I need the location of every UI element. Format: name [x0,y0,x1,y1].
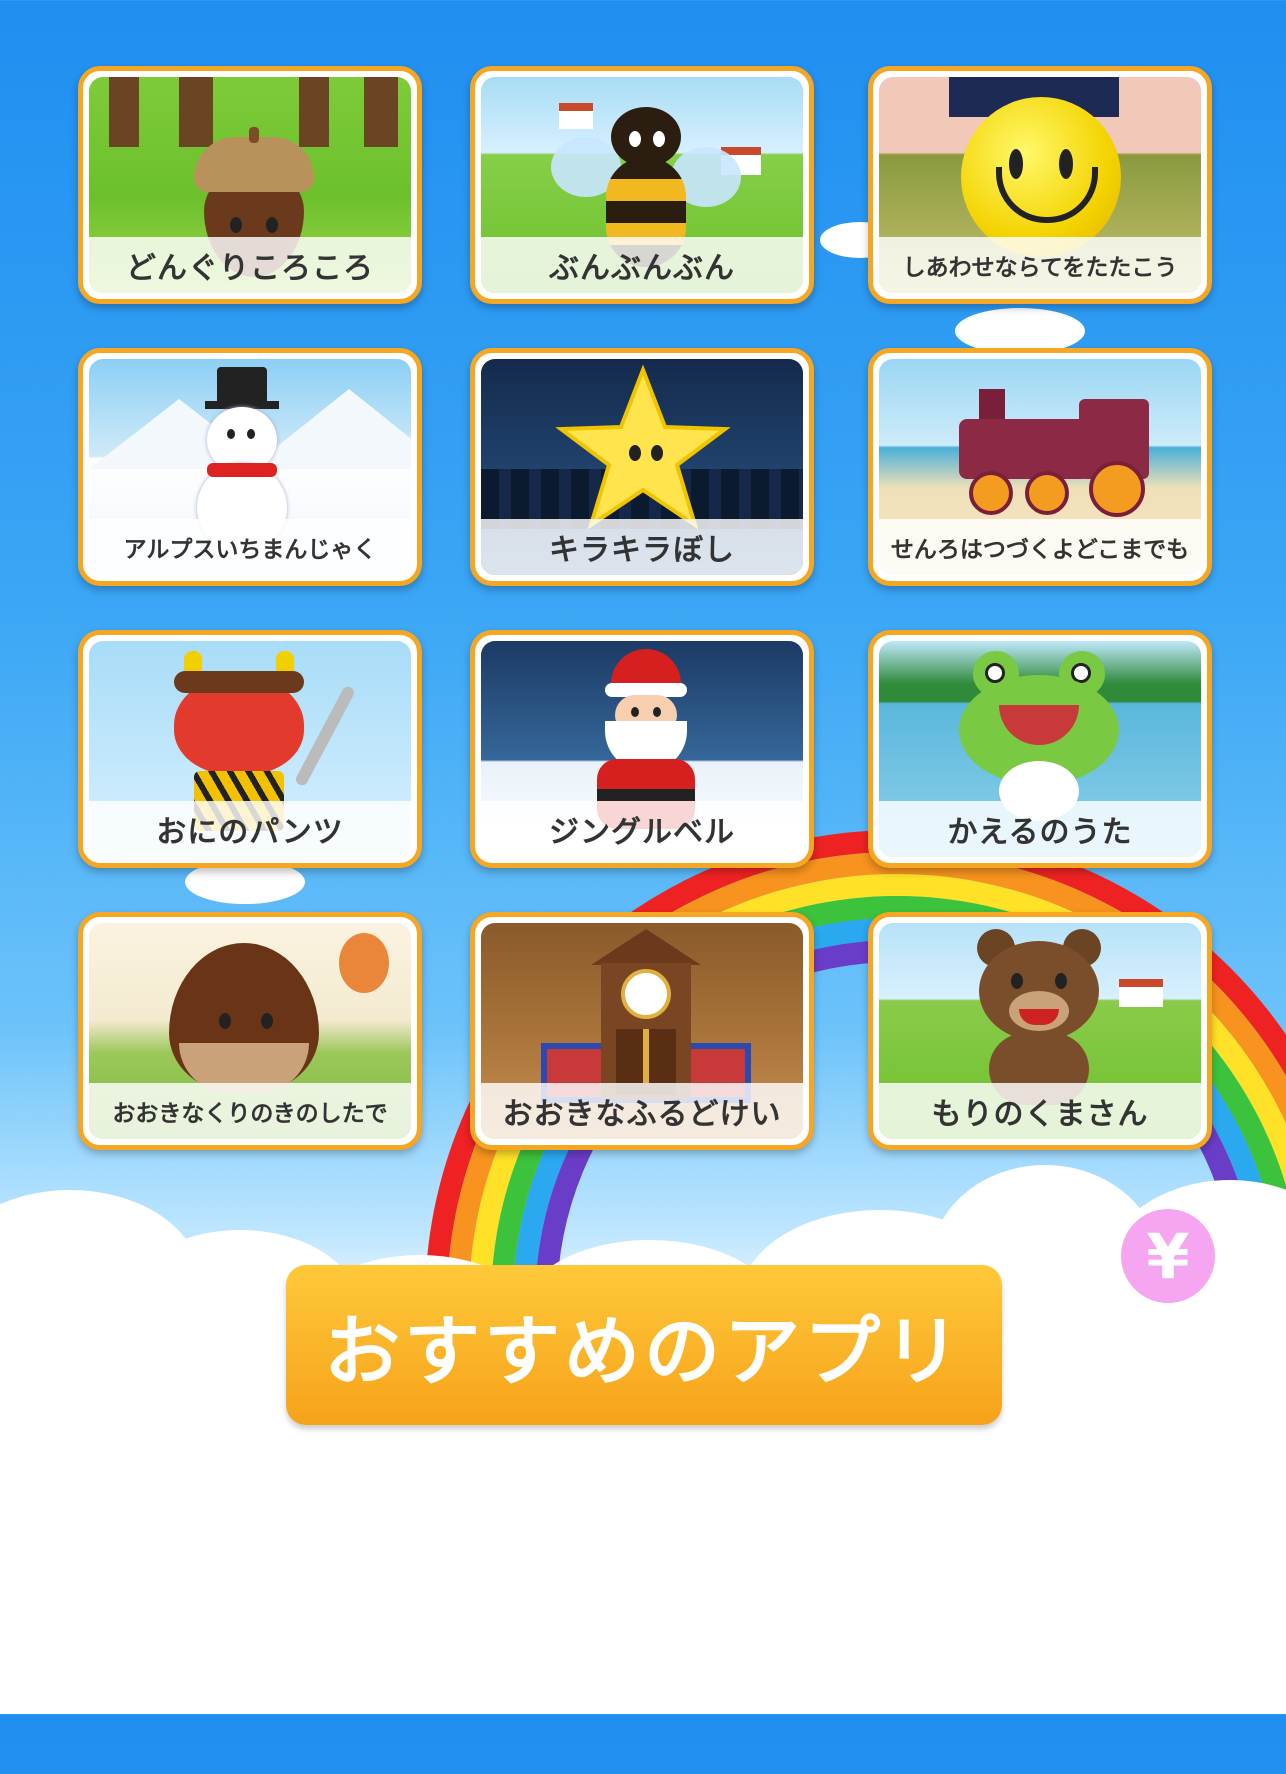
song-card-donguri[interactable]: どんぐりころころ [78,66,422,304]
song-label: かえるのうた [879,801,1201,857]
train-scene: せんろはつづくよどこまでも [879,359,1201,575]
donguri-scene: どんぐりころころ [89,77,411,293]
yen-purchase-button[interactable]: ¥ [1115,1203,1221,1309]
star-icon [553,364,733,535]
song-card-shiawase[interactable]: しあわせならてをたたこう [868,66,1212,304]
frog-icon [959,651,1119,821]
frog-scene: かえるのうた [879,641,1201,857]
song-grid: どんぐりころころ ぶんぶんぶん しあわせならてをたたこう アルプスいちまんじゃく… [78,66,1218,1156]
star-scene: キラキラぼし [481,359,803,575]
song-card-oni[interactable]: おにのパンツ [78,630,422,868]
song-label: キラキラぼし [481,519,803,575]
song-label: もりのくまさん [879,1083,1201,1139]
song-card-furudokei[interactable]: おおきなふるどけい [470,912,814,1150]
chestnut-icon [169,943,319,1093]
song-card-kirakira[interactable]: キラキラぼし [470,348,814,586]
song-card-senro[interactable]: せんろはつづくよどこまでも [868,348,1212,586]
song-label: どんぐりころころ [89,237,411,293]
snowman-scene: アルプスいちまんじゃく [89,359,411,575]
song-label: おにのパンツ [89,801,411,857]
song-label: おおきなくりのきのしたで [89,1083,411,1139]
bear-scene: もりのくまさん [879,923,1201,1139]
song-card-alps[interactable]: アルプスいちまんじゃく [78,348,422,586]
song-card-kumasan[interactable]: もりのくまさん [868,912,1212,1150]
bee-scene: ぶんぶんぶん [481,77,803,293]
song-card-kuri[interactable]: おおきなくりのきのしたで [78,912,422,1150]
recommended-apps-label: おすすめのアプリ [324,1307,964,1396]
smiley-scene: しあわせならてをたたこう [879,77,1201,293]
song-label: アルプスいちまんじゃく [89,519,411,575]
recommended-apps-button[interactable]: おすすめのアプリ [286,1265,1002,1425]
song-label: せんろはつづくよどこまでも [879,519,1201,575]
song-card-bunbun[interactable]: ぶんぶんぶん [470,66,814,304]
santa-scene: ジングルベル [481,641,803,857]
chestnut-scene: おおきなくりのきのしたで [89,923,411,1139]
smiley-icon [961,97,1121,257]
bear-icon [969,929,1109,1105]
clock-scene: おおきなふるどけい [481,923,803,1139]
oni-scene: おにのパンツ [89,641,411,857]
song-label: しあわせならてをたたこう [879,237,1201,293]
yen-icon: ¥ [1146,1219,1190,1293]
song-label: おおきなふるどけい [481,1083,803,1139]
train-icon [939,379,1179,519]
song-card-jingle[interactable]: ジングルベル [470,630,814,868]
song-label: ジングルベル [481,801,803,857]
song-card-kaeru[interactable]: かえるのうた [868,630,1212,868]
song-label: ぶんぶんぶん [481,237,803,293]
clock-icon [591,929,701,1099]
